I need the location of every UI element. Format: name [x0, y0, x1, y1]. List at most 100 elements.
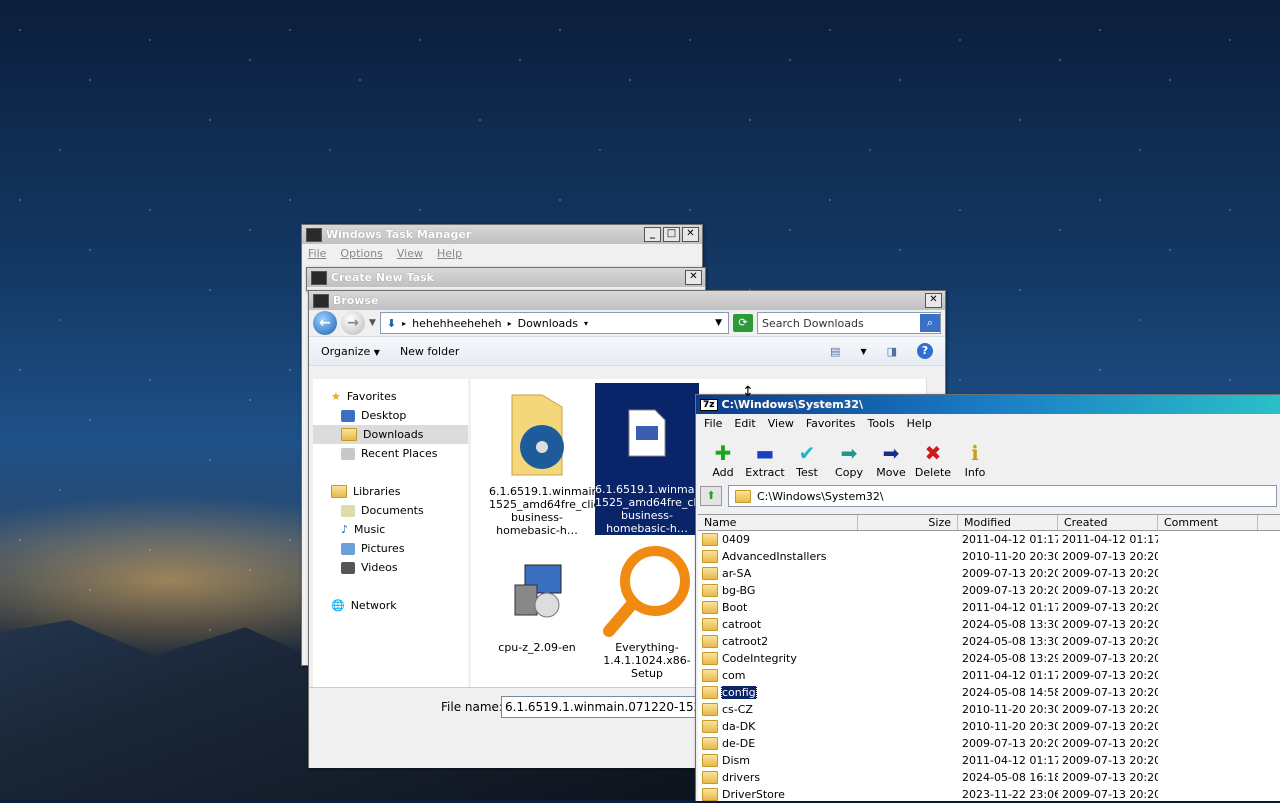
extract-button[interactable]: ▬ Extract — [744, 442, 786, 479]
copy-button[interactable]: ➡ Copy — [828, 442, 870, 479]
menu-view[interactable]: View — [397, 247, 423, 260]
table-row[interactable]: da-DK 2010-11-20 20:30 2009-07-13 20:20 — [698, 718, 1280, 735]
table-row[interactable]: AdvancedInstallers 2010-11-20 20:30 2009-0… — [698, 548, 1280, 565]
view-chevron-icon[interactable]: ▼ — [860, 347, 866, 356]
close-button[interactable]: ✕ — [682, 227, 699, 242]
z-menu-tools[interactable]: Tools — [868, 417, 895, 430]
info-button[interactable]: ℹ Info — [954, 442, 996, 479]
forward-button[interactable]: → — [341, 311, 365, 335]
nav-recent-places[interactable]: Recent Places — [313, 444, 468, 463]
search-placeholder: Search Downloads — [762, 316, 864, 330]
table-row[interactable]: Boot 2011-04-12 01:17 2009-07-13 20:20 — [698, 599, 1280, 616]
filename-label: File name: — [441, 700, 503, 714]
browse-close-button[interactable]: ✕ — [925, 293, 942, 308]
create-task-close-button[interactable]: ✕ — [685, 270, 702, 285]
history-chevron-icon[interactable]: ▼ — [369, 318, 376, 328]
task-manager-titlebar[interactable]: Windows Task Manager _ □ ✕ — [302, 225, 702, 244]
z-menu-edit[interactable]: Edit — [734, 417, 755, 430]
nav-pictures[interactable]: Pictures — [313, 539, 468, 558]
search-icon[interactable]: ⌕ — [920, 314, 940, 332]
menu-file[interactable]: File — [308, 247, 326, 260]
menu-options[interactable]: Options — [340, 247, 382, 260]
cell-modified: 2024-05-08 13:30 — [962, 635, 1058, 648]
menu-help[interactable]: Help — [437, 247, 462, 260]
view-options-icon[interactable]: ▤ — [830, 345, 840, 358]
sevenzip-path-input[interactable]: C:\Windows\System32\ — [728, 485, 1277, 507]
preview-pane-icon[interactable]: ◨ — [887, 345, 897, 358]
table-row[interactable]: Dism 2011-04-12 01:17 2009-07-13 20:20 — [698, 752, 1280, 769]
col-comment[interactable]: Comment — [1158, 515, 1258, 530]
breadcrumb[interactable]: ⬇ ▸ hehehheeheheh ▸ Downloads ▾ ▼ — [379, 312, 729, 334]
table-row[interactable]: cs-CZ 2010-11-20 20:30 2009-07-13 20:20 — [698, 701, 1280, 718]
table-row[interactable]: com 2011-04-12 01:17 2009-07-13 20:20 — [698, 667, 1280, 684]
z-menu-help[interactable]: Help — [907, 417, 932, 430]
z-menu-view[interactable]: View — [768, 417, 794, 430]
browse-titlebar[interactable]: Browse ✕ — [309, 291, 945, 310]
add-button[interactable]: ✚ Add — [702, 442, 744, 479]
nav-music[interactable]: ♪ Music — [313, 520, 468, 539]
sevenzip-window[interactable]: 7z C:\Windows\System32\ File Edit View F… — [695, 394, 1280, 801]
breadcrumb-user[interactable]: hehehheeheheh — [412, 317, 501, 330]
minimize-button[interactable]: _ — [644, 227, 661, 242]
delete-button[interactable]: ✖ Delete — [912, 442, 954, 479]
file-tile[interactable]: Everything-1.4.1.1024.x86-Setup — [599, 541, 695, 680]
cell-modified: 2009-07-13 20:20 — [962, 584, 1058, 597]
col-name[interactable]: Name — [698, 515, 858, 530]
folder-name: cs-CZ — [722, 703, 753, 716]
address-bar: ← → ▼ ⬇ ▸ hehehheeheheh ▸ Downloads ▾ ▼ … — [309, 310, 945, 336]
breadcrumb-downloads[interactable]: Downloads — [518, 317, 578, 330]
up-folder-icon[interactable]: ⬆ — [700, 486, 722, 506]
navigation-pane: ★ Favorites Desktop Downloads Recent Plac… — [313, 379, 468, 687]
nav-libraries[interactable]: Libraries — [313, 482, 468, 501]
table-row[interactable]: drivers 2024-05-08 16:18 2009-07-13 20:20 — [698, 769, 1280, 786]
documents-icon — [341, 504, 355, 517]
organize-button[interactable]: Organize ▼ — [321, 345, 380, 358]
resize-cursor-icon: ↕ — [742, 384, 754, 400]
search-input[interactable]: Search Downloads ⌕ — [757, 312, 941, 334]
nav-favorites[interactable]: ★ Favorites — [313, 387, 468, 406]
z-menu-favorites[interactable]: Favorites — [806, 417, 856, 430]
sevenzip-titlebar[interactable]: 7z C:\Windows\System32\ — [696, 395, 1280, 414]
nav-network[interactable]: 🌐 Network — [313, 596, 468, 615]
folder-icon — [702, 618, 718, 631]
col-created[interactable]: Created — [1058, 515, 1158, 530]
table-row[interactable]: catroot 2024-05-08 13:30 2009-07-13 20:20 — [698, 616, 1280, 633]
address-dropdown-icon[interactable]: ▼ — [715, 318, 722, 328]
table-row[interactable]: catroot2 2024-05-08 13:30 2009-07-13 20:20 — [698, 633, 1280, 650]
cell-created: 2009-07-13 20:20 — [1062, 635, 1158, 648]
cell-name: catroot2 — [698, 635, 858, 648]
table-row[interactable]: CodeIntegrity 2024-05-08 13:29 2009-07-13 … — [698, 650, 1280, 667]
filename-input[interactable]: 6.1.6519.1.winmain.071220-1525_am — [501, 696, 706, 718]
nav-desktop[interactable]: Desktop — [313, 406, 468, 425]
table-row[interactable]: bg-BG 2009-07-13 20:20 2009-07-13 20:20 — [698, 582, 1280, 599]
maximize-button[interactable]: □ — [663, 227, 680, 242]
folder-iso-icon — [489, 385, 585, 485]
refresh-icon[interactable]: ⟳ — [733, 314, 753, 332]
create-task-dialog[interactable]: Create New Task ✕ — [306, 267, 706, 291]
new-folder-button[interactable]: New folder — [400, 345, 459, 358]
file-tile[interactable]: 6.1.6519.1.winmain.071220-1525_amd64fre_… — [489, 385, 648, 537]
nav-videos[interactable]: Videos — [313, 558, 468, 577]
back-button[interactable]: ← — [313, 311, 337, 335]
file-tile-selected[interactable]: 6.1.6519.1.winmain.071220-1525_amd64fre_… — [595, 383, 754, 535]
z-menu-file[interactable]: File — [704, 417, 722, 430]
col-size[interactable]: Size — [858, 515, 958, 530]
nav-downloads[interactable]: Downloads — [313, 425, 468, 444]
test-button[interactable]: ✔ Test — [786, 442, 828, 479]
table-row[interactable]: 0409 2011-04-12 01:17 2011-04-12 01:17 — [698, 531, 1280, 548]
table-row[interactable]: ar-SA 2009-07-13 20:20 2009-07-13 20:20 — [698, 565, 1280, 582]
help-icon[interactable]: ? — [917, 343, 933, 359]
move-button[interactable]: ➡ Move — [870, 442, 912, 479]
table-row[interactable]: de-DE 2009-07-13 20:20 2009-07-13 20:20 — [698, 735, 1280, 752]
table-row[interactable]: config 2024-05-08 14:58 2009-07-13 20:20 — [698, 684, 1280, 701]
create-task-titlebar[interactable]: Create New Task ✕ — [307, 268, 705, 287]
file-tile[interactable]: cpu-z_2.09-en — [489, 541, 585, 654]
table-row[interactable]: DriverStore 2023-11-22 23:06 2009-07-13 20… — [698, 786, 1280, 803]
create-task-icon — [311, 270, 327, 285]
cell-modified: 2024-05-08 14:58 — [962, 686, 1058, 699]
cell-name: cs-CZ — [698, 703, 858, 716]
folder-icon — [702, 720, 718, 733]
col-modified[interactable]: Modified — [958, 515, 1058, 530]
nav-documents[interactable]: Documents — [313, 501, 468, 520]
libraries-icon — [331, 485, 347, 498]
